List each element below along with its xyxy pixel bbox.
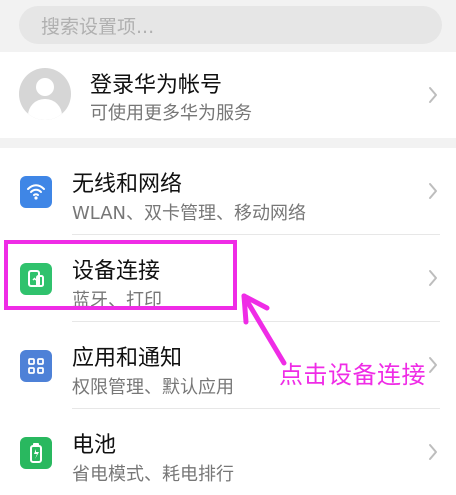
settings-card: 无线和网络 WLAN、双卡管理、移动网络 设备连接 蓝牙、打印 应用和通知 权限… [0,148,456,495]
settings-item-subtitle: 权限管理、默认应用 [72,377,234,398]
account-subtitle: 可使用更多华为服务 [90,103,252,124]
settings-item-title: 应用和通知 [72,346,183,371]
chevron-right-icon [429,87,437,103]
chevron-right-icon [429,357,437,373]
apps-grid-icon [20,350,52,382]
battery-glyph [30,443,42,463]
wifi-glyph [27,184,45,200]
settings-item-title: 电池 [72,433,117,458]
device-connection-highlight [4,240,237,310]
search-bar[interactable]: 搜索设置项... [19,6,442,44]
avatar-head [36,78,54,96]
account-card: 登录华为帐号 可使用更多华为服务 [0,52,456,138]
wifi-icon [20,176,52,208]
battery-icon [20,437,52,469]
annotation-text: 点击设备连接 [279,361,426,389]
settings-item-battery[interactable]: 电池 省电模式、耗电排行 [0,409,456,495]
chevron-right-icon [429,183,437,199]
apps-grid-glyph [28,358,44,374]
account-row[interactable]: 登录华为帐号 可使用更多华为服务 [0,52,456,138]
settings-item-title: 无线和网络 [72,172,183,197]
avatar-body [28,99,62,120]
settings-item-wireless-network[interactable]: 无线和网络 WLAN、双卡管理、移动网络 [0,148,456,234]
settings-item-subtitle: 省电模式、耗电排行 [72,464,234,485]
account-title: 登录华为帐号 [90,73,223,98]
chevron-right-icon [429,270,437,286]
chevron-right-icon [429,444,437,460]
settings-item-subtitle: WLAN、双卡管理、移动网络 [72,203,307,224]
search-placeholder: 搜索设置项... [41,15,155,38]
avatar-icon [19,68,71,120]
